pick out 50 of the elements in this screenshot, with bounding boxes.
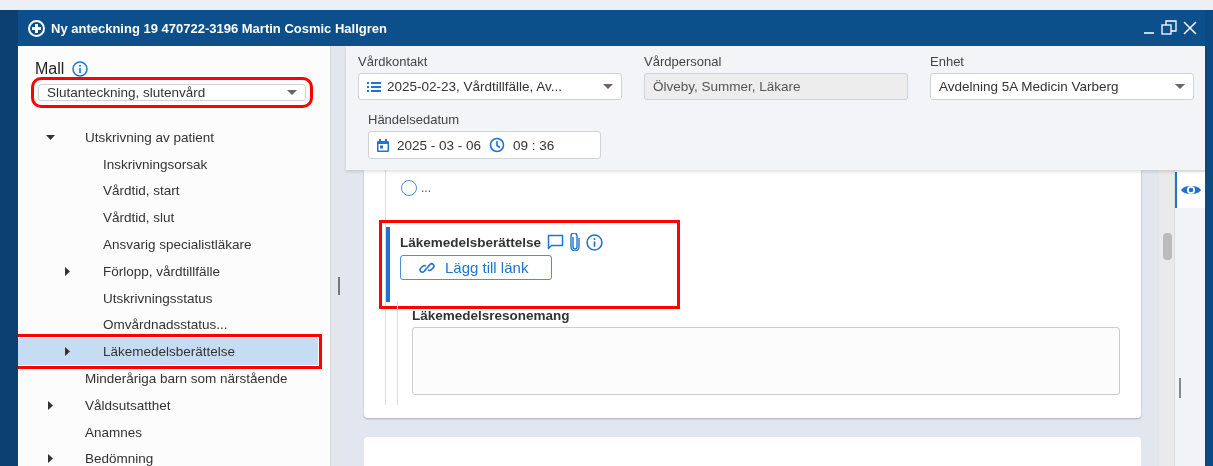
unit-select[interactable]: Avdelning 5A Medicin Varberg <box>930 73 1194 100</box>
template-heading: Mall <box>35 60 65 78</box>
paperclip-icon[interactable] <box>570 233 581 251</box>
tree-item[interactable]: Våldsutsatthet <box>18 391 330 419</box>
collapse-caret-icon[interactable] <box>45 134 55 140</box>
tree-item[interactable]: Vårdtid, start <box>18 177 330 205</box>
list-icon <box>367 81 381 92</box>
section-label: Läkemedelsberättelse <box>400 234 542 250</box>
dropdown-arrow-icon <box>1175 84 1185 89</box>
info-icon[interactable] <box>72 61 89 77</box>
scrollbar[interactable] <box>1159 170 1174 466</box>
add-link-button[interactable]: Lägg till länk <box>400 255 552 280</box>
expand-caret-icon[interactable] <box>47 400 53 410</box>
tree-item[interactable]: Utskrivning av patient <box>18 124 330 151</box>
scrollbar-thumb[interactable] <box>1163 233 1172 260</box>
window-title: Ny anteckning 19 470722-3196 Martin Cosmic Hallgren <box>51 20 388 36</box>
clock-icon <box>489 137 506 153</box>
field-label: Vårdpersonal <box>644 54 723 69</box>
field-label: Läkemedelsresonemang <box>412 308 571 323</box>
restore-icon[interactable] <box>1161 20 1177 36</box>
field-label: Händelsedatum <box>368 112 461 127</box>
preview-tab[interactable] <box>1175 172 1205 208</box>
radio-label: ... <box>421 181 431 195</box>
readonly-field: Ölveby, Summer, Läkare <box>644 73 908 100</box>
expand-caret-icon[interactable] <box>64 347 70 357</box>
field-label: Vårdkontakt <box>358 54 429 69</box>
comment-icon[interactable] <box>547 234 565 250</box>
tree-item[interactable]: Ansvarig specialistläkare <box>18 231 330 258</box>
info-icon[interactable] <box>586 233 604 251</box>
dropdown-arrow-icon <box>287 90 297 95</box>
expand-caret-icon[interactable] <box>64 266 70 276</box>
expand-caret-icon[interactable] <box>47 454 53 464</box>
dropdown-arrow-icon <box>603 84 613 89</box>
date-time-field[interactable]: 2025 - 03 - 06 09 : 36 <box>368 131 601 159</box>
close-icon[interactable] <box>1183 21 1197 35</box>
tree-item[interactable]: Vårdtid, slut <box>18 204 330 232</box>
tree-item[interactable]: Utskrivningsstatus <box>18 284 330 312</box>
contact-select[interactable]: 2025-02-23, Vårdtillfälle, Av... <box>358 73 622 100</box>
tree-item[interactable]: Minderåriga barn som närstående <box>18 365 330 392</box>
tree-item[interactable]: Inskrivningsorsak <box>18 150 330 178</box>
plus-cross-icon <box>28 19 45 37</box>
resize-handle[interactable] <box>1179 378 1181 398</box>
tree-item[interactable]: Förlopp, vårdtillfälle <box>18 258 330 285</box>
tree-item[interactable]: Omvårdnadsstatus... <box>18 311 330 339</box>
field-label: Enhet <box>930 54 965 69</box>
eye-icon <box>1180 183 1202 197</box>
tree-item[interactable]: Anamnes <box>18 418 330 446</box>
calendar-icon <box>377 138 389 152</box>
splitter-handle[interactable] <box>337 277 340 295</box>
tree-item[interactable]: Bedömning <box>18 445 330 466</box>
